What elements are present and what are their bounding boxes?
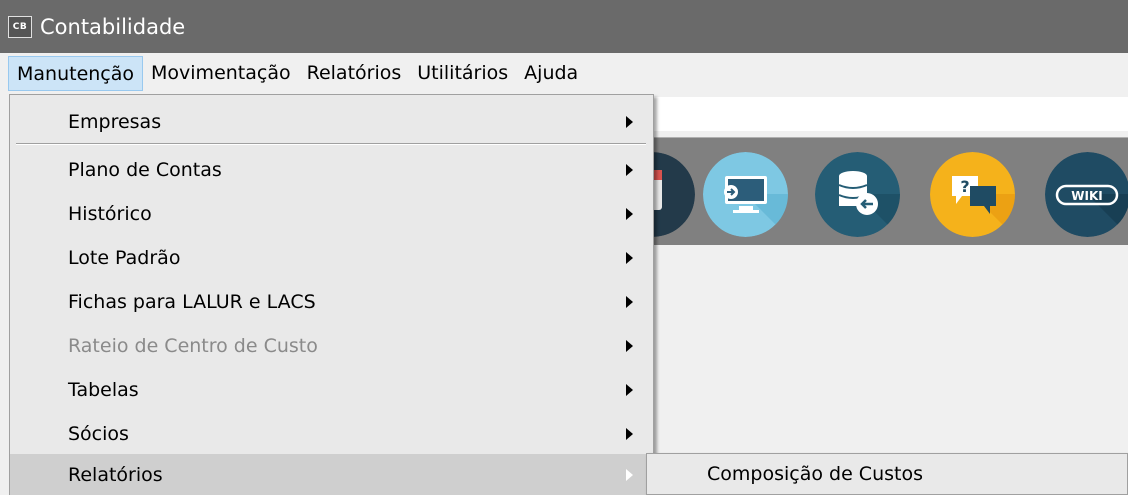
toolbar: ? WIKI [610, 137, 1128, 245]
menu-bar: Manutenção Movimentação Relatórios Utili… [0, 53, 1128, 94]
menu-utilitarios[interactable]: Utilitários [409, 56, 516, 91]
address-strip [650, 97, 1128, 131]
title-bar: CB Contabilidade [0, 0, 1128, 53]
dropdown-item-fichas-lalur-lacs[interactable]: Fichas para LALUR e LACS [10, 281, 653, 323]
chevron-right-icon [626, 428, 633, 440]
chevron-right-icon [626, 116, 633, 128]
dropdown-item-historico[interactable]: Histórico [10, 193, 653, 235]
dropdown-item-label: Lote Padrão [68, 247, 181, 269]
wiki-label: WIKI [1071, 189, 1102, 203]
chevron-right-icon [626, 208, 633, 220]
menu-relatorios[interactable]: Relatórios [299, 56, 410, 91]
chevron-right-icon [626, 164, 633, 176]
dropdown-item-label: Histórico [68, 203, 152, 225]
menu-movimentacao[interactable]: Movimentação [143, 56, 299, 91]
dropdown-item-label: Sócios [68, 423, 129, 445]
dropdown-item-label: Plano de Contas [68, 159, 222, 181]
submenu-item-composicao-custos[interactable]: Composição de Custos [647, 454, 1127, 494]
dropdown-item-socios[interactable]: Sócios [10, 413, 653, 455]
menu-separator [16, 143, 646, 145]
dropdown-item-rateio-centro-custo: Rateio de Centro de Custo [10, 325, 653, 367]
manutencao-dropdown: Empresas Plano de Contas Histórico Lote … [9, 94, 654, 495]
dropdown-item-label: Empresas [68, 111, 162, 133]
svg-text:?: ? [960, 177, 969, 196]
chevron-right-icon [626, 469, 633, 481]
help-chat-icon[interactable]: ? [930, 152, 1015, 237]
database-restore-icon[interactable] [815, 152, 900, 237]
dropdown-item-label: Relatórios [68, 464, 163, 486]
dropdown-item-empresas[interactable]: Empresas [10, 101, 653, 143]
chevron-right-icon [626, 296, 633, 308]
dropdown-item-label: Tabelas [68, 379, 139, 401]
dropdown-item-label: Rateio de Centro de Custo [68, 335, 318, 357]
wiki-icon[interactable]: WIKI [1045, 152, 1128, 237]
relatorios-submenu: Composição de Custos [646, 453, 1128, 495]
remote-desktop-icon[interactable] [703, 152, 788, 237]
dropdown-item-label: Fichas para LALUR e LACS [68, 291, 316, 313]
menu-manutencao[interactable]: Manutenção [8, 56, 144, 91]
app-icon: CB [8, 15, 32, 38]
chevron-right-icon [626, 384, 633, 396]
dropdown-item-lote-padrao[interactable]: Lote Padrão [10, 237, 653, 279]
window-title: Contabilidade [40, 14, 186, 39]
chevron-right-icon [626, 340, 633, 352]
menu-ajuda[interactable]: Ajuda [516, 56, 586, 91]
dropdown-item-plano-de-contas[interactable]: Plano de Contas [10, 149, 653, 191]
chevron-right-icon [626, 252, 633, 264]
dropdown-item-relatorios[interactable]: Relatórios [10, 454, 653, 495]
dropdown-item-tabelas[interactable]: Tabelas [10, 369, 653, 411]
